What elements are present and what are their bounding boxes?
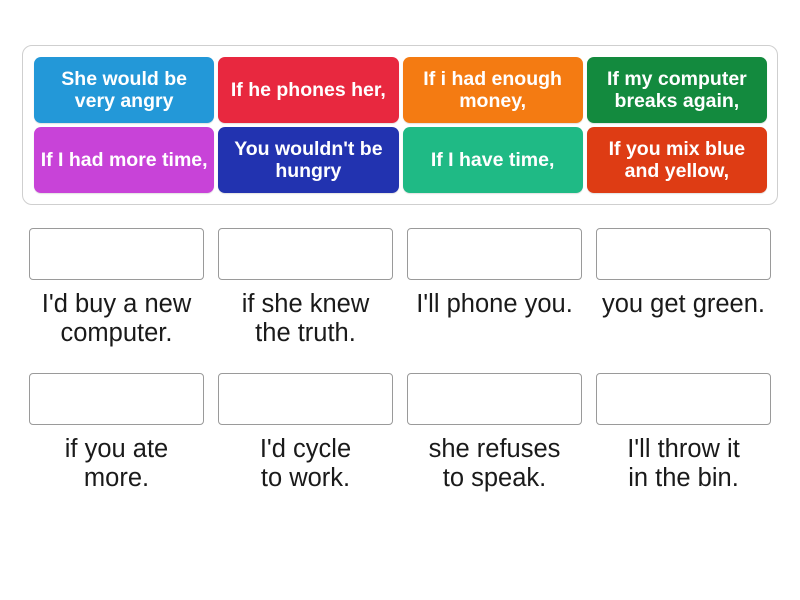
- draggable-tile-3[interactable]: If i had enough money,: [402, 57, 583, 123]
- answer-label-8: I'll throw it in the bin.: [627, 435, 740, 492]
- drop-zone-1[interactable]: [29, 228, 204, 280]
- answer-label-5: if you ate more.: [64, 435, 169, 492]
- answer-cell-8: I'll throw it in the bin.: [589, 373, 778, 492]
- drop-zone-3[interactable]: [407, 228, 582, 280]
- answer-cell-4: you get green.: [589, 228, 778, 347]
- draggable-tile-6[interactable]: You wouldn't be hungry: [218, 127, 399, 193]
- drop-zone-6[interactable]: [218, 373, 393, 426]
- answer-row-1: I'd buy a new computer. if she knew the …: [22, 228, 778, 347]
- draggable-tile-tray: She would be very angry If he phones her…: [22, 45, 778, 205]
- drop-zone-8[interactable]: [596, 373, 771, 426]
- draggable-tile-5[interactable]: If I had more time,: [34, 127, 215, 193]
- answer-label-2: if she knew the truth.: [241, 290, 370, 347]
- answer-label-1: I'd buy a new computer.: [41, 290, 192, 347]
- draggable-tile-8[interactable]: If you mix blue and yellow,: [586, 127, 767, 193]
- drop-zone-5[interactable]: [29, 373, 204, 426]
- answer-label-4: you get green.: [601, 290, 766, 318]
- answer-label-3: I'll phone you.: [416, 290, 573, 318]
- draggable-tile-7[interactable]: If I have time,: [402, 127, 583, 193]
- draggable-tile-1[interactable]: She would be very angry: [34, 57, 215, 123]
- drop-zone-4[interactable]: [596, 228, 771, 280]
- drop-zone-7[interactable]: [407, 373, 582, 426]
- drop-zone-2[interactable]: [218, 228, 393, 280]
- answer-cell-2: if she knew the truth.: [211, 228, 400, 347]
- answer-label-7: she refuses to speak.: [428, 435, 561, 492]
- draggable-tile-2[interactable]: If he phones her,: [218, 57, 399, 123]
- answer-cell-1: I'd buy a new computer.: [22, 228, 211, 347]
- answer-cell-7: she refuses to speak.: [400, 373, 589, 492]
- answer-row-2: if you ate more. I'd cycle to work. she …: [22, 373, 778, 492]
- answer-label-6: I'd cycle to work.: [259, 435, 352, 492]
- answer-cell-3: I'll phone you.: [400, 228, 589, 347]
- tile-row-2: If I had more time, You wouldn't be hung…: [34, 127, 767, 193]
- answer-grid: I'd buy a new computer. if she knew the …: [22, 228, 778, 492]
- tile-row-1: She would be very angry If he phones her…: [34, 57, 767, 123]
- answer-cell-5: if you ate more.: [22, 373, 211, 492]
- draggable-tile-4[interactable]: If my computer breaks again,: [586, 57, 767, 123]
- answer-cell-6: I'd cycle to work.: [211, 373, 400, 492]
